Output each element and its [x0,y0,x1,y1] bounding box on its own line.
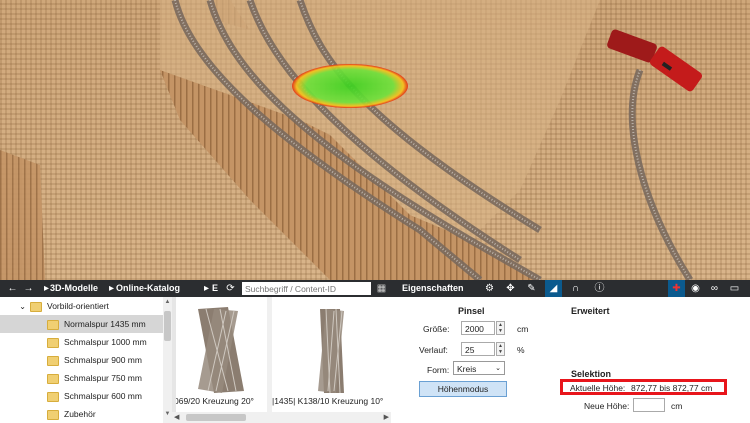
gear-icon[interactable]: ⚙ [481,280,498,297]
panel-toggle-icon[interactable]: ▭ [726,280,743,297]
toolbar: ← → ▸ 3D-Modelle ▸ Online-Katalog ▸ E ⟳ … [0,280,750,297]
folder-icon [47,409,59,420]
neue-hoehe-unit: cm [671,401,683,411]
tree-item-vorbild[interactable]: ⌄ Vorbild-orientiert [0,297,163,315]
tree-item-schmalspur-750[interactable]: Schmalspur 750 mm [0,369,163,387]
tree-item-label: Schmalspur 900 mm [64,355,142,365]
folder-icon [47,355,59,366]
tree-item-label: Schmalspur 600 mm [64,391,142,401]
track-crossing-20-thumbnail [198,307,244,393]
form-select-value: Kreis [457,364,477,374]
tunnel-icon[interactable]: ∩ [567,280,584,297]
scroll-right-icon[interactable]: ▶ [384,413,389,421]
aktuelle-hoehe-label: Aktuelle Höhe: [570,383,626,393]
terrain-icon[interactable]: ◢ [545,280,562,297]
brush-icon[interactable]: ✎ [523,280,540,297]
form-select[interactable]: Kreis ⌄ [453,361,505,375]
tree-item-label: Schmalspur 750 mm [64,373,142,383]
back-arrow-icon[interactable]: ← [4,280,21,297]
groesse-label: Größe: [423,324,450,334]
pin-icon[interactable]: ✚ [668,280,685,297]
properties-panel: Pinsel Erweitert Größe: 2000 ▲ ▼ cm Verla… [391,297,750,423]
catalog-grid: 069/20 Kreuzung 20° |1435| K138/10 Kreuz… [172,297,392,423]
verlauf-label: Verlauf: [419,345,448,355]
tree-item-schmalspur-900[interactable]: Schmalspur 900 mm [0,351,163,369]
transform-icon[interactable]: ✥ [502,280,519,297]
hoehenmodus-button[interactable]: Höhenmodus [419,381,507,397]
folder-icon [30,301,42,312]
catalog-hscrollbar[interactable]: ◀ ▶ [172,412,391,423]
groesse-unit: cm [517,324,529,334]
breadcrumb-3d-modelle[interactable]: 3D-Modelle [50,280,98,297]
3d-viewport[interactable] [0,0,750,280]
refresh-icon[interactable]: ⟳ [222,280,239,297]
tree-item-schmalspur-1000[interactable]: Schmalspur 1000 mm [0,333,163,351]
erweitert-heading: Erweitert [571,306,610,316]
pinsel-heading: Pinsel [458,306,485,316]
scene-render [0,0,703,280]
panel-title: Eigenschaften [402,283,464,293]
scroll-up-icon[interactable]: ▲ [164,299,171,307]
tree-scrollbar[interactable]: ▲ ▼ [163,297,172,423]
folder-icon [47,319,59,330]
neue-hoehe-input[interactable] [633,398,665,412]
folder-icon [47,391,59,402]
folder-icon [47,337,59,348]
grid-view-icon[interactable]: ▦ [373,280,390,297]
catalog-item[interactable]: |1435| K138/10 Kreuzung 10° [272,297,391,423]
catalog-left-edge [172,297,176,423]
scroll-left-icon[interactable]: ◀ [174,413,179,421]
breadcrumb-e[interactable]: E [212,280,218,297]
catalog-tree: ⌄ Vorbild-orientiert Normalspur 1435 mm S… [0,297,173,423]
info-icon[interactable]: ⓘ [591,280,608,297]
catalog-item-caption: 069/20 Kreuzung 20° [174,396,254,406]
folder-icon [47,373,59,384]
breadcrumb-online-katalog[interactable]: Online-Katalog [116,280,180,297]
track-crossing-10-thumbnail [318,308,344,394]
chevron-down-icon[interactable]: ⌄ [0,298,30,316]
verlauf-input[interactable]: 25 [461,342,495,356]
catalog-item-caption: |1435| K138/10 Kreuzung 10° [272,396,384,406]
search-input[interactable] [242,282,371,295]
aktuelle-hoehe-value: 872,77 bis 872,77 cm [631,383,713,393]
tree-item-label: Zubehör [64,409,96,419]
forward-arrow-icon[interactable]: → [20,280,37,297]
scroll-down-icon[interactable]: ▼ [164,411,171,419]
tree-item-label: Normalspur 1435 mm [64,319,146,329]
tree-item-label: Schmalspur 1000 mm [64,337,147,347]
selektion-heading: Selektion [571,369,612,379]
neue-hoehe-label: Neue Höhe: [584,401,630,411]
scrollbar-thumb[interactable] [164,311,171,341]
catalog-item[interactable]: 069/20 Kreuzung 20° [172,297,267,423]
verlauf-stepper[interactable]: ▲ ▼ [496,342,505,356]
verlauf-unit: % [517,345,525,355]
tree-item-label: Vorbild-orientiert [47,301,109,311]
groesse-input[interactable]: 2000 [461,321,495,335]
eye-icon[interactable]: ◉ [687,280,704,297]
groesse-stepper[interactable]: ▲ ▼ [496,321,505,335]
form-label: Form: [427,365,450,375]
tree-item-zubehoer[interactable]: Zubehör [0,405,163,423]
chevron-down-icon: ⌄ [495,365,501,372]
scrollbar-thumb[interactable] [186,414,246,421]
tree-item-schmalspur-600[interactable]: Schmalspur 600 mm [0,387,163,405]
tree-item-normalspur[interactable]: Normalspur 1435 mm [0,315,163,333]
link-icon[interactable]: ∞ [706,280,723,297]
